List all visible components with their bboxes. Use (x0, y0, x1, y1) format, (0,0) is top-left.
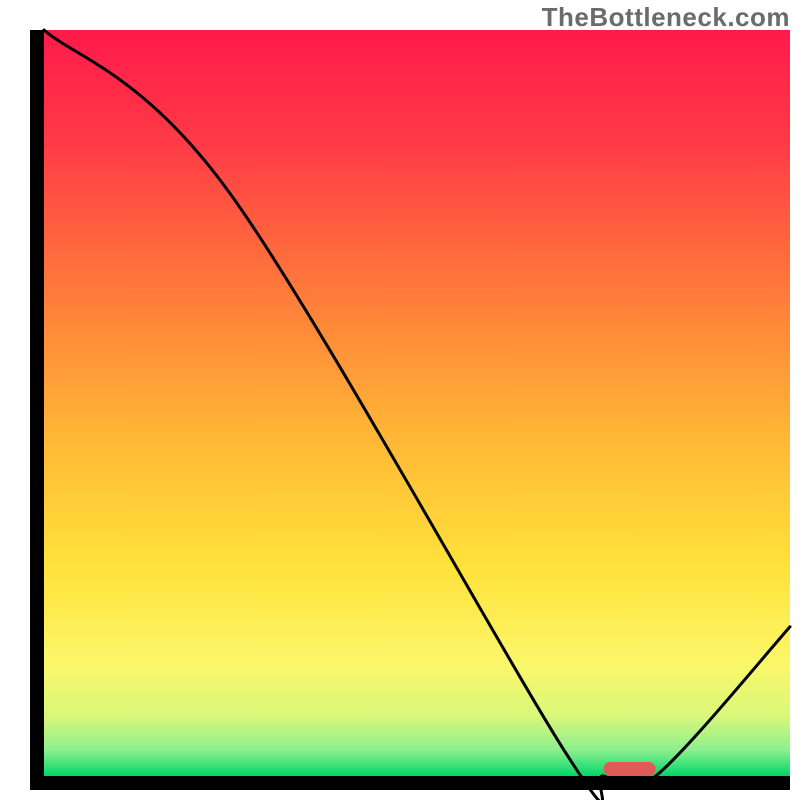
chart-svg (0, 0, 800, 800)
y-axis (30, 30, 44, 790)
x-axis (30, 776, 790, 790)
watermark-text: TheBottleneck.com (542, 2, 790, 33)
highlight-pill (604, 762, 656, 776)
plot-background (44, 30, 790, 776)
chart-container: TheBottleneck.com (0, 0, 800, 800)
